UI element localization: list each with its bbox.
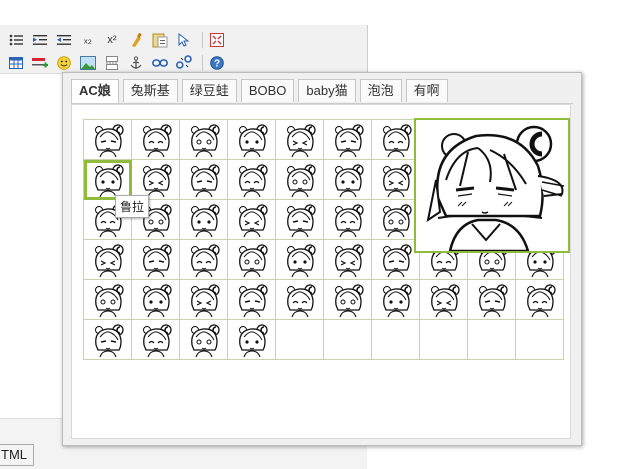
select-icon[interactable] (174, 30, 194, 50)
link-icon[interactable] (150, 53, 170, 73)
clear-format-icon[interactable] (126, 30, 146, 50)
emotion-cell[interactable] (227, 119, 276, 160)
emotion-cell[interactable] (371, 199, 420, 240)
emotion-cell[interactable] (83, 239, 132, 280)
list-bullets-icon[interactable] (6, 30, 26, 50)
emotion-cell[interactable] (419, 279, 468, 320)
svg-text:?: ? (214, 59, 220, 70)
fullscreen-icon[interactable] (207, 30, 227, 50)
superscript-icon[interactable]: x² (102, 30, 122, 50)
emotion-cell[interactable] (179, 239, 228, 280)
emotion-cell-empty (419, 319, 468, 360)
emotion-cell[interactable] (227, 319, 276, 360)
emotion-preview-image (426, 125, 565, 253)
page-break-icon[interactable] (102, 53, 122, 73)
emotion-cell[interactable] (323, 159, 372, 200)
emotion-cell[interactable] (83, 319, 132, 360)
anchor-icon[interactable] (126, 53, 146, 73)
emotion-cell[interactable] (131, 239, 180, 280)
emotion-cell-empty (323, 319, 372, 360)
unlink-icon[interactable] (174, 53, 194, 73)
table-icon[interactable] (6, 53, 26, 73)
emotion-cell[interactable] (275, 199, 324, 240)
emotion-cell[interactable] (131, 119, 180, 160)
emotion-cell[interactable] (371, 119, 420, 160)
emotion-cell[interactable] (323, 199, 372, 240)
emotion-cell[interactable] (371, 159, 420, 200)
emotion-cell[interactable] (131, 319, 180, 360)
emotion-cell[interactable] (275, 279, 324, 320)
emotion-cell[interactable] (179, 319, 228, 360)
emotion-cell[interactable] (323, 119, 372, 160)
subscript-icon[interactable]: ₓ₂ (78, 30, 98, 50)
emotion-cell[interactable] (227, 239, 276, 280)
emotion-cell-empty (275, 319, 324, 360)
indent-icon[interactable] (30, 30, 50, 50)
emotion-cell[interactable] (275, 159, 324, 200)
emotion-cell[interactable] (83, 279, 132, 320)
emotion-tabbar: AC娘 兔斯基 绿豆蛙 BOBO baby猫 泡泡 有啊 (71, 79, 573, 104)
emotion-cell[interactable] (371, 279, 420, 320)
superscript-label: x² (107, 34, 117, 46)
toolbar-row-2: ? (6, 52, 231, 74)
tab-emotion-2[interactable]: 绿豆蛙 (181, 79, 237, 102)
toolbar-separator (202, 55, 203, 71)
emotion-cell[interactable] (131, 159, 180, 200)
paste-text-icon[interactable] (150, 30, 170, 50)
emotion-cell-empty (371, 319, 420, 360)
emotion-cell[interactable] (275, 119, 324, 160)
image-icon[interactable] (78, 53, 98, 73)
emotion-cell[interactable] (515, 279, 564, 320)
emotion-cell[interactable] (179, 279, 228, 320)
outdent-icon[interactable] (54, 30, 74, 50)
emotion-cell[interactable] (323, 279, 372, 320)
emotion-cell-empty (467, 319, 516, 360)
emotion-grid-row (83, 319, 564, 360)
tab-emotion-4[interactable]: baby猫 (298, 79, 356, 102)
emotion-cell[interactable] (83, 159, 132, 200)
tab-emotion-6[interactable]: 有啊 (405, 79, 448, 102)
html-mode-button[interactable]: TML (0, 444, 34, 466)
emotion-cell[interactable] (179, 119, 228, 160)
emotion-icon[interactable] (54, 53, 74, 73)
emotion-cell[interactable] (467, 279, 516, 320)
emotion-preview (414, 118, 570, 253)
emotion-cell[interactable] (275, 239, 324, 280)
toolbar-separator (202, 32, 203, 48)
tab-emotion-1[interactable]: 兔斯基 (122, 79, 178, 102)
emotion-cell[interactable] (227, 199, 276, 240)
emotion-cell-empty (515, 319, 564, 360)
editor-toolbar: ₓ₂ x² ? (0, 25, 368, 74)
emotion-cell[interactable] (179, 159, 228, 200)
tab-emotion-3[interactable]: BOBO (240, 79, 295, 102)
help-icon[interactable]: ? (207, 53, 227, 73)
toolbar-row-1: ₓ₂ x² (6, 29, 231, 51)
emotion-cell[interactable] (227, 279, 276, 320)
emotion-cell[interactable] (83, 119, 132, 160)
emotion-cell[interactable] (227, 159, 276, 200)
tab-emotion-0[interactable]: AC娘 (71, 79, 119, 103)
emotion-tooltip: 鲁拉 (115, 195, 150, 218)
emotion-cell[interactable] (323, 239, 372, 280)
emotion-grid-row (83, 279, 564, 320)
emotion-cell[interactable] (131, 279, 180, 320)
emotion-cell[interactable] (371, 239, 420, 280)
insert-row-icon[interactable] (30, 53, 50, 73)
emotion-cell[interactable] (179, 199, 228, 240)
subscript-label: ₓ₂ (84, 34, 92, 46)
tab-emotion-5[interactable]: 泡泡 (359, 79, 402, 102)
